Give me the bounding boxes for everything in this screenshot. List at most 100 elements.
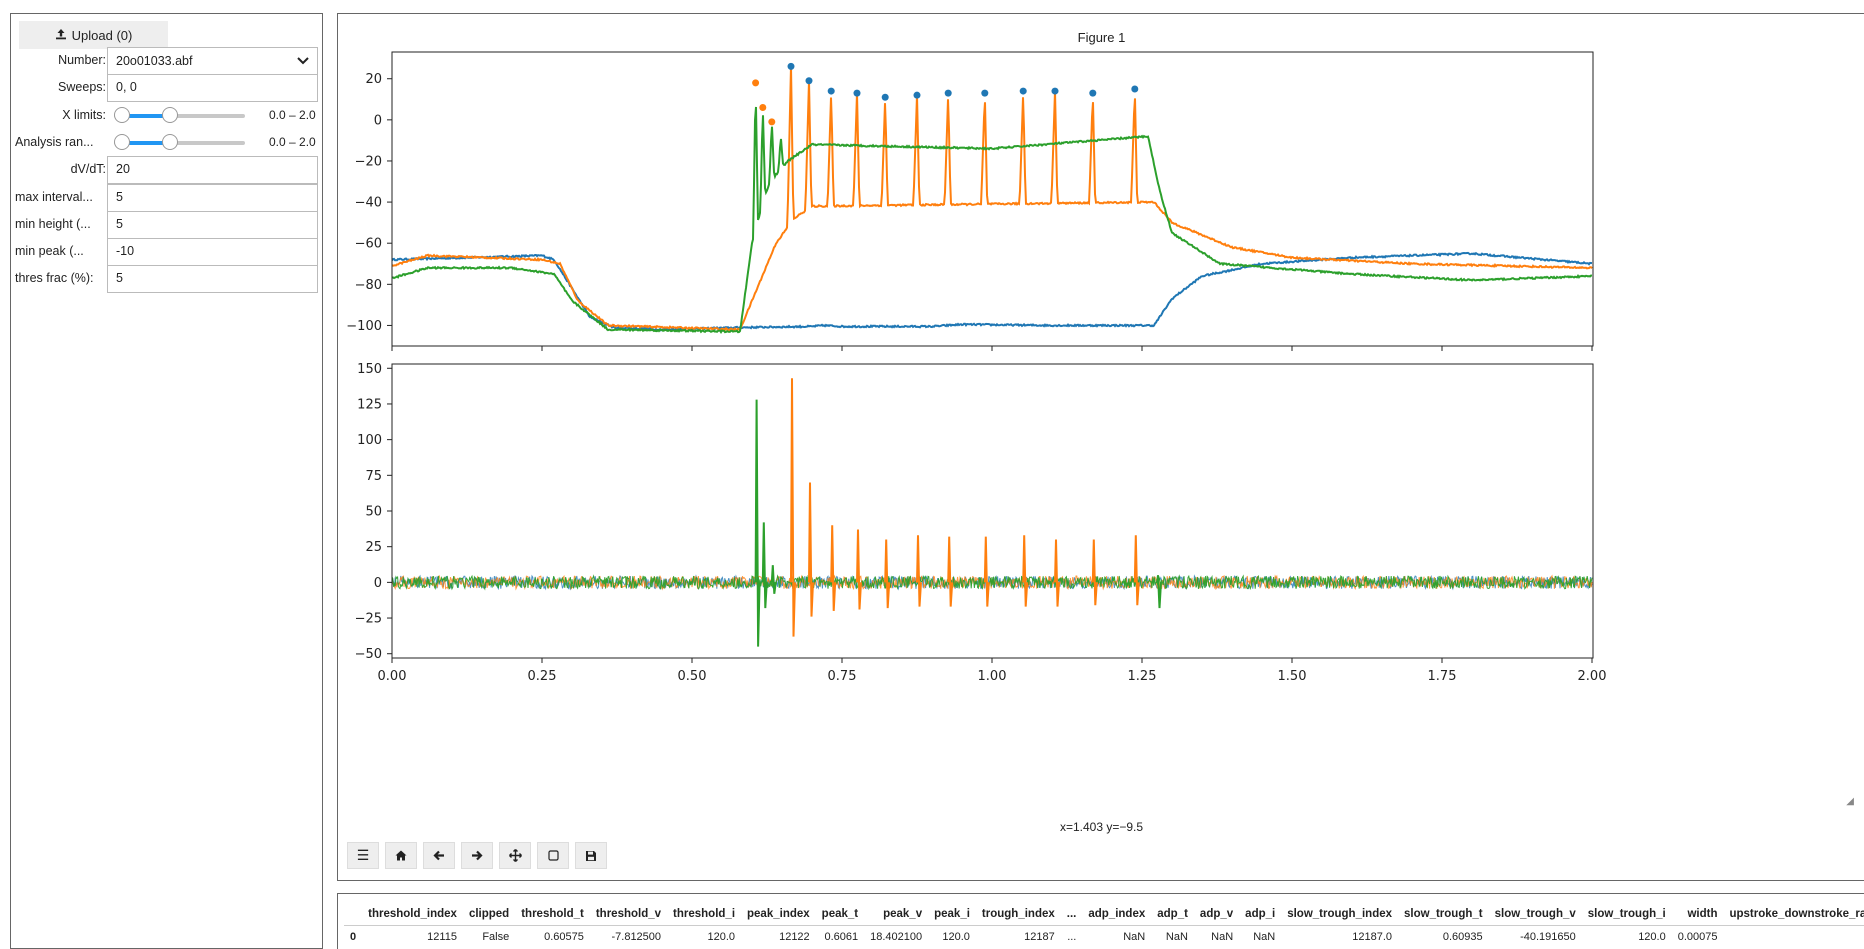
table-cell: 18.402100 [870, 931, 923, 943]
table-cell: -7.812500 [611, 931, 662, 943]
column-header: adp_i [1239, 908, 1282, 926]
y-tick-label: 50 [365, 505, 382, 520]
sweeps-label: Sweeps: [58, 80, 106, 94]
upload-button[interactable]: Upload (0) [19, 21, 168, 49]
features-table: threshold_index clipped threshold_t thresho… [344, 908, 1864, 943]
analysis-slider-high-handle[interactable] [162, 134, 178, 150]
max-interval-input[interactable]: 5 [107, 184, 318, 212]
y-tick-label: 100 [357, 433, 382, 448]
analysis-slider-low-handle[interactable] [114, 134, 130, 150]
min-height-row: min height (... 5 [11, 211, 324, 239]
y-tick-label: −60 [355, 237, 382, 252]
table-cell: NaN [1211, 931, 1234, 943]
column-header: trough_index [975, 908, 1061, 926]
table-cell: 12122 [779, 931, 810, 943]
column-header: threshold_v [589, 908, 668, 926]
peak-marker [827, 87, 835, 95]
table-cell: False [482, 931, 510, 943]
x-tick-label: 1.50 [1278, 669, 1307, 684]
dvdt-spike [808, 482, 814, 617]
min-height-input[interactable]: 5 [107, 211, 318, 239]
peak-marker [944, 89, 952, 97]
y-tick-label: 25 [365, 540, 382, 555]
sweeps-input[interactable]: 0, 0 [107, 74, 318, 102]
peak-marker [759, 104, 767, 112]
number-row: Number: 20o01033.abf [11, 47, 324, 75]
upload-label: Upload (0) [71, 27, 133, 43]
number-value: 20o01033.abf [116, 54, 193, 68]
xlimits-row: X limits: 0.0 – 2.0 [11, 102, 324, 130]
number-select[interactable]: 20o01033.abf [107, 47, 318, 75]
table-cell: NaN [1123, 931, 1146, 943]
xlimits-slider-high-handle[interactable] [162, 107, 178, 123]
dvdt-row: dV/dT: 20 [11, 156, 324, 184]
analysis-row: Analysis ran... 0.0 – 2.0 [11, 129, 324, 157]
table-cell: 12187 [1024, 931, 1055, 943]
dvdt-spike [770, 565, 777, 594]
column-header: peak_v [864, 908, 929, 926]
series-line [392, 66, 1593, 332]
max-interval-row: max interval... 5 [11, 184, 324, 212]
min-peak-input[interactable]: -10 [107, 238, 318, 266]
menu-icon[interactable]: ☰ [347, 842, 379, 869]
back-arrow-icon[interactable] [423, 842, 455, 869]
column-header: threshold_index [362, 908, 463, 926]
y-tick-label: −80 [355, 278, 382, 293]
x-tick-label: 0.00 [378, 669, 407, 684]
column-header [344, 908, 363, 926]
peak-marker [1051, 87, 1059, 95]
column-header: slow_trough_t [1398, 908, 1489, 926]
pan-icon[interactable] [499, 842, 531, 869]
x-tick-label: 1.75 [1428, 669, 1457, 684]
thres-frac-row: thres frac (%): 5 [11, 265, 324, 293]
analysis-label: Analysis ran... [15, 135, 94, 149]
dvdt-spike [983, 536, 990, 607]
dvdt-spike [1156, 575, 1162, 609]
column-header: threshold_i [667, 908, 742, 926]
thres-frac-input[interactable]: 5 [107, 265, 318, 293]
y-tick-label: 20 [365, 72, 382, 87]
figure-canvas[interactable]: 20 0 −20 −40 −60 −80 −100 150 125 100 75 50 25 0 −25 −5… [338, 14, 1864, 814]
peak-marker [881, 93, 889, 101]
y-tick-label: 0 [374, 113, 382, 128]
table-cell: -40.191650 [1520, 931, 1576, 943]
dvdt-input[interactable]: 20 [107, 156, 318, 184]
forward-arrow-icon[interactable] [461, 842, 493, 869]
xlimits-slider-low-handle[interactable] [114, 107, 130, 123]
resize-handle-icon[interactable]: ◢ [1846, 796, 1854, 807]
peak-marker [787, 62, 795, 70]
dvdt-spike [790, 378, 796, 637]
save-icon[interactable] [575, 842, 607, 869]
x-tick-label: 0.75 [828, 669, 857, 684]
y-tick-label: −25 [355, 612, 382, 627]
column-header: peak_t [815, 908, 865, 926]
chevron-down-icon [297, 54, 309, 68]
table-row: 0 12115 False 0.60575 -7.812500 120.0 12122 0.6… [344, 926, 1864, 944]
column-header: slow_trough_index [1281, 908, 1399, 926]
x-tick-label: 1.25 [1128, 669, 1157, 684]
series-line [392, 106, 1593, 334]
table-cell: NaN [1165, 931, 1188, 943]
peak-marker [752, 79, 760, 87]
min-peak-row: min peak (... -10 [11, 238, 324, 266]
xlimits-slider[interactable] [114, 107, 245, 123]
upload-icon [55, 28, 67, 43]
peak-marker [1089, 89, 1097, 97]
zoom-rect-icon[interactable] [537, 842, 569, 869]
table-cell: NaN [1253, 931, 1276, 943]
table-body: 0 12115 False 0.60575 -7.812500 120.0 12122 0.6… [344, 926, 1864, 944]
plot-area [392, 378, 1593, 647]
column-header: upstroke_downstroke_ratio [1723, 908, 1864, 926]
table-cell: ... [1067, 931, 1077, 943]
table-cell: 0.6061 [824, 931, 859, 943]
home-icon[interactable] [385, 842, 417, 869]
table-cell: 12115 [427, 931, 457, 943]
features-table-panel: threshold_index clipped threshold_t thresho… [337, 893, 1864, 949]
x-tick-label: 1.00 [978, 669, 1007, 684]
column-header: adp_index [1082, 908, 1152, 926]
table-cell: 2.1 [1723, 926, 1864, 944]
figure-panel: Figure 1 20 0 −20 −40 −60 −80 −100 150 125 100 75 5… [337, 13, 1864, 881]
analysis-range-slider[interactable] [114, 134, 245, 150]
coordinate-readout: x=1.403 y=−9.5 [1059, 820, 1144, 834]
y-tick-label: 125 [357, 397, 382, 412]
